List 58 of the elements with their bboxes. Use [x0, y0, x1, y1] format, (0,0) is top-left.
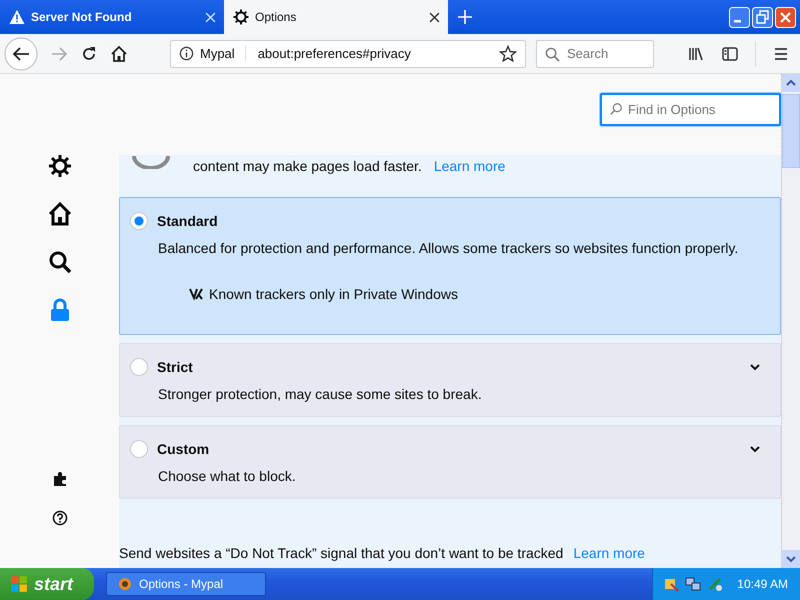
address-bar[interactable]: Mypal about:preferences#privacy [170, 40, 526, 68]
sidebar-item[interactable] [48, 154, 72, 178]
close-icon[interactable] [429, 12, 440, 22]
radio-button[interactable] [130, 358, 148, 376]
help-icon[interactable] [52, 510, 68, 526]
clock: 10:49 AM [737, 577, 788, 591]
scroll-down-icon[interactable] [782, 550, 800, 568]
tab-title: Options [255, 10, 298, 24]
tray-icon[interactable] [663, 576, 680, 592]
gear-icon [233, 9, 249, 25]
search-icon [609, 102, 623, 116]
app-icon [117, 576, 133, 592]
info-icon[interactable] [179, 46, 194, 61]
tracker-icon [188, 286, 204, 302]
find-in-options-field[interactable]: Find in Options [600, 93, 781, 126]
sidebar-item[interactable] [48, 250, 72, 274]
taskbar-button[interactable]: Options - Mypal [106, 572, 266, 596]
search-field[interactable]: Search [536, 40, 654, 68]
option-description: Choose what to block. [157, 468, 297, 484]
option-label: Custom [157, 441, 210, 457]
scroll-up-icon[interactable] [782, 74, 800, 92]
option-card[interactable]: Strict Stronger protection, may cause some sites to break. [119, 343, 781, 417]
scrollbar-thumb[interactable] [782, 94, 800, 168]
option-label: Standard [157, 213, 219, 229]
option-description: Balanced for protection and performance. Allows some trackers so websites function properly. [157, 240, 740, 256]
sidebar-item[interactable] [48, 202, 72, 226]
do-not-track-text: Send websites a “Do Not Track” signal that you don’t want to be tracked [119, 545, 564, 561]
radio-button[interactable] [130, 440, 148, 458]
url-text: about:preferences#privacy [258, 46, 412, 61]
sidebar-icon[interactable] [721, 44, 739, 62]
option-description: Stronger protection, may cause some sites to break. [157, 386, 483, 402]
browser-tab[interactable]: Server Not Found [0, 0, 224, 34]
browser-tab[interactable]: Options [224, 0, 448, 34]
scrollbar[interactable] [781, 74, 800, 568]
back-icon[interactable] [4, 36, 38, 70]
star-icon[interactable] [499, 44, 517, 62]
chevron-icon[interactable] [750, 363, 760, 371]
warning-icon [9, 9, 25, 25]
new-tab-icon[interactable] [458, 10, 472, 24]
windows-flag-icon [10, 575, 28, 593]
radio-button[interactable] [130, 212, 148, 230]
home-icon[interactable] [110, 44, 128, 62]
search-icon [545, 46, 560, 62]
option-card[interactable]: Custom Choose what to block. [119, 425, 781, 499]
detail-text: Known trackers only in Private Windows [209, 286, 458, 302]
tab-title: Server Not Found [31, 10, 133, 24]
restore-icon[interactable] [752, 6, 773, 28]
start-button[interactable]: start [0, 568, 94, 600]
network-icon[interactable] [685, 576, 702, 592]
puzzle-icon[interactable] [52, 471, 68, 487]
reload-icon[interactable] [80, 44, 98, 62]
chevron-icon[interactable] [750, 445, 760, 453]
option-label: Strict [157, 359, 194, 375]
description-text: content may make pages load faster. [193, 158, 422, 174]
minimize-icon[interactable] [729, 6, 750, 28]
option-card[interactable]: Standard Balanced for protection and performance. Allows some trackers so websites function properly. Known trackers only in Private Windows [119, 197, 781, 335]
library-icon[interactable] [687, 44, 705, 62]
site-identity: Mypal [200, 46, 246, 61]
